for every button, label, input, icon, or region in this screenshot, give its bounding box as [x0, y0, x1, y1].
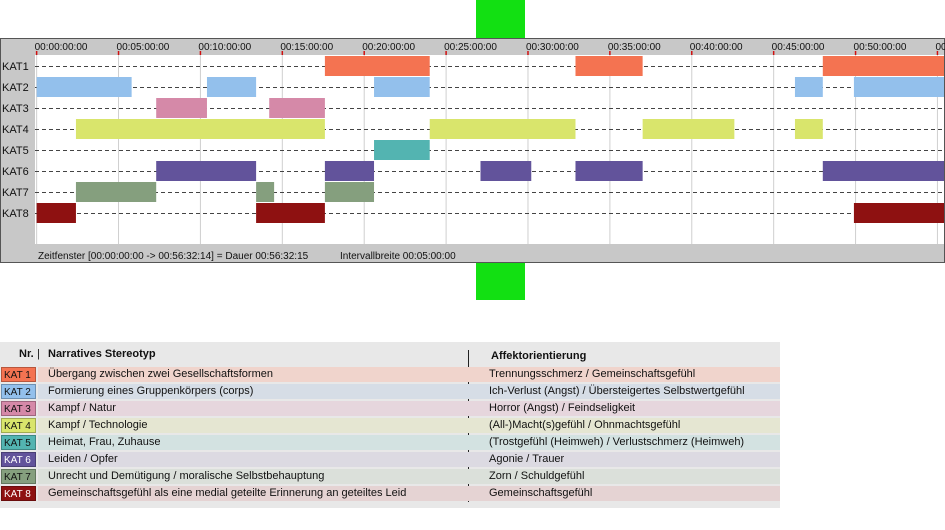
legend-code: KAT 7 — [1, 469, 36, 484]
legend-narrative: Unrecht und Demütigung / moralische Selb… — [48, 470, 325, 482]
row-label-kat6: KAT6 — [2, 166, 29, 178]
tick-label: 00:55 — [935, 42, 945, 53]
tick-label: 00:40:00:00 — [690, 42, 743, 53]
legend-header-affect: Affektorientierung — [491, 350, 587, 362]
legend-header-nr: Nr. — [19, 348, 34, 360]
legend-narrative: Gemeinschaftsgefühl als eine medial gete… — [48, 487, 407, 499]
bar-kat4 — [794, 119, 823, 139]
bar-kat2 — [36, 77, 132, 97]
legend-affect: Zorn / Schuldgefühl — [489, 470, 585, 482]
bar-kat3 — [156, 98, 207, 118]
bar-kat5 — [374, 140, 430, 160]
legend-narrative: Heimat, Frau, Zuhause — [48, 436, 161, 448]
tick-label: 00:45:00:00 — [772, 42, 825, 53]
row-label-kat4: KAT4 — [2, 124, 29, 136]
legend-header-narrative: Narratives Stereotyp — [48, 348, 156, 360]
tick-label: 00:05:00:00 — [117, 42, 170, 53]
legend-narrative: Kampf / Technologie — [48, 419, 148, 431]
row-label-kat3: KAT3 — [2, 103, 29, 115]
bar-kat7 — [256, 182, 275, 202]
legend-code: KAT 3 — [1, 401, 36, 416]
legend-row: KAT 1 Übergang zwischen zwei Gesellschaft… — [0, 366, 780, 382]
legend-affect: Gemeinschaftsgefühl — [489, 487, 593, 499]
legend-affect: Horror (Angst) / Feindseligkeit — [489, 402, 636, 414]
legend-code: KAT 6 — [1, 452, 36, 467]
tick-label: 00:10:00:00 — [198, 42, 251, 53]
bar-kat6 — [480, 161, 532, 181]
tick-label: 00:35:00:00 — [608, 42, 661, 53]
legend-row: KAT 4 Kampf / Technologie (All-)Macht(s)ge… — [0, 417, 780, 433]
row-label-kat8: KAT8 — [2, 208, 29, 220]
legend-affect: (Trostgefühl (Heimweh) / Verlustschmerz … — [489, 436, 745, 448]
legend-row: KAT 5 Heimat, Frau, Zuhause (Trostgefühl (… — [0, 434, 780, 450]
legend-code: KAT 8 — [1, 486, 36, 501]
timeline-chart: 00:00:00:00 00:05:00:00 00:10:00:00 00:15:0… — [0, 38, 945, 263]
row-label-kat5: KAT5 — [2, 145, 29, 157]
legend-row: KAT 6 Leiden / Opfer Agonie / Trauer — [0, 451, 780, 467]
legend-narrative: Leiden / Opfer — [48, 453, 118, 465]
tick-label: 00:15:00:00 — [280, 42, 333, 53]
row-label-kat7: KAT7 — [2, 187, 29, 199]
status-window: Zeitfenster [00:00:00:00 -> 00:56:32:14]… — [38, 251, 309, 262]
legend-row-band — [38, 401, 780, 416]
legend-row: KAT 7 Unrecht und Demütigung / moralische… — [0, 468, 780, 484]
status-interval: Intervallbreite 00:05:00:00 — [340, 251, 456, 262]
bar-kat4 — [642, 119, 735, 139]
row-label-kat1: KAT1 — [2, 61, 29, 73]
legend-row: KAT 2 Formierung eines Gruppenkörpers (co… — [0, 383, 780, 399]
bar-kat1 — [822, 56, 944, 76]
legend-code: KAT 2 — [1, 384, 36, 399]
legend-row-band — [38, 452, 780, 467]
row-label-kat2: KAT2 — [2, 82, 29, 94]
tick-label: 00:20:00:00 — [362, 42, 415, 53]
green-marker-top — [476, 0, 525, 38]
tick-label: 00:25:00:00 — [444, 42, 497, 53]
legend-row: KAT 3 Kampf / Natur Horror (Angst) / Feind… — [0, 400, 780, 416]
bar-kat2 — [206, 77, 257, 97]
legend-narrative: Übergang zwischen zwei Gesellschaftsform… — [48, 368, 273, 380]
green-marker-bottom — [476, 262, 525, 300]
legend-narrative: Formierung eines Gruppenkörpers (corps) — [48, 385, 254, 397]
bar-kat4 — [429, 119, 576, 139]
bar-kat2 — [374, 77, 430, 97]
bar-kat8 — [853, 203, 944, 223]
tick-label: 00:50:00:00 — [854, 42, 907, 53]
bar-kat6 — [324, 161, 375, 181]
bar-kat1 — [324, 56, 430, 76]
bar-kat6 — [822, 161, 944, 181]
bar-kat4 — [75, 119, 325, 139]
bar-kat3 — [269, 98, 325, 118]
bar-kat8 — [256, 203, 325, 223]
tick-label: 00:30:00:00 — [526, 42, 579, 53]
bar-kat2 — [853, 77, 944, 97]
bar-kat6 — [156, 161, 257, 181]
legend-header-sep: | — [37, 348, 40, 360]
legend-narrative: Kampf / Natur — [48, 402, 116, 414]
bar-kat8 — [36, 203, 76, 223]
tick-label: 00:00:00:00 — [35, 42, 88, 53]
legend-affect: Ich-Verlust (Angst) / Übersteigertes Sel… — [489, 385, 745, 397]
legend-row: KAT 8 Gemeinschaftsgefühl als eine medial… — [0, 485, 780, 501]
legend-code: KAT 1 — [1, 367, 36, 382]
bar-kat2 — [794, 77, 823, 97]
bar-kat7 — [75, 182, 157, 202]
legend-code: KAT 5 — [1, 435, 36, 450]
legend-table: Nr. | Narratives Stereotyp Affektorienti… — [0, 342, 780, 508]
legend-affect: (All-)Macht(s)gefühl / Ohnmachtsgefühl — [489, 419, 681, 431]
bar-kat6 — [575, 161, 643, 181]
bar-kat7 — [324, 182, 375, 202]
legend-code: KAT 4 — [1, 418, 36, 433]
legend-affect: Trennungsschmerz / Gemeinschaftsgefühl — [489, 368, 696, 380]
bar-kat1 — [575, 56, 643, 76]
legend-affect: Agonie / Trauer — [489, 453, 565, 465]
